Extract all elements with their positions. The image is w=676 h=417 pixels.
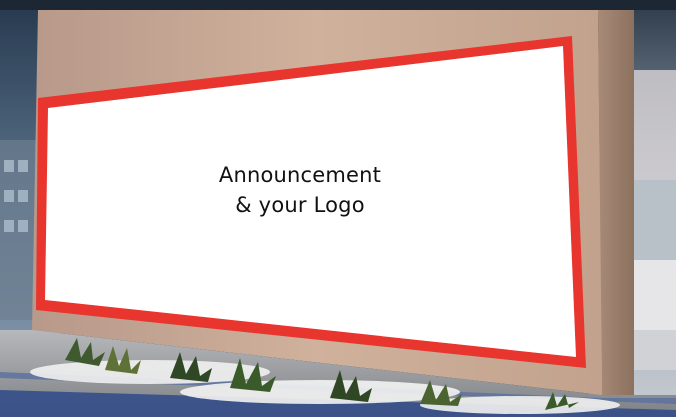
announcement-line-1: Announcement [218, 163, 382, 187]
exhibition-scene: Announcement & your Logo [0, 0, 676, 417]
announcement-line-2: & your Logo [235, 193, 365, 217]
wall-side [598, 10, 634, 398]
billboard-announcement-text: Announcement & your Logo [170, 160, 430, 220]
